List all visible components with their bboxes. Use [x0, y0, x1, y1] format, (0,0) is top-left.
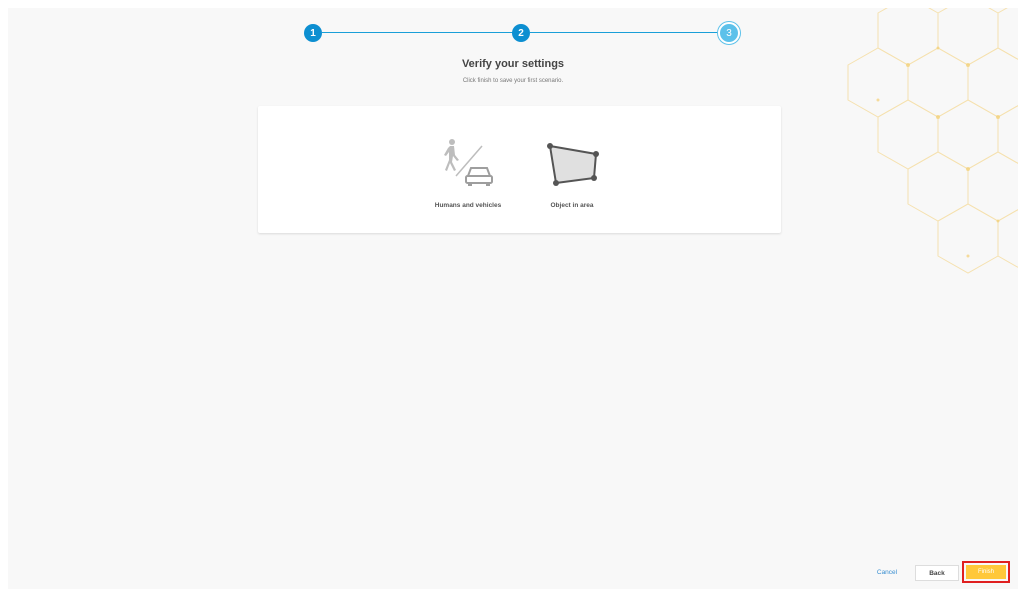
stepper-connector: [530, 32, 724, 33]
summary-item-label: Humans and vehicles: [434, 202, 502, 209]
finish-button[interactable]: Finish: [966, 565, 1006, 579]
wizard-stepper: 1 2 3: [304, 22, 740, 44]
human-vehicle-icon: [444, 139, 493, 186]
hexagon-pattern-decoration: [847, 8, 1018, 274]
wizard-page: 1 2 3 Verify your settings Click finish …: [8, 8, 1018, 589]
page-title: Verify your settings: [461, 58, 565, 70]
polygon-area-icon: [547, 143, 599, 186]
stepper-connector: [322, 32, 516, 33]
step-1-indicator[interactable]: 1: [304, 24, 322, 42]
summary-item-label: Object in area: [550, 202, 594, 209]
summary-item-object-in-area: Object in area: [522, 136, 622, 209]
finish-button-highlight: Finish: [962, 561, 1010, 583]
page-subtitle: Click finish to save your first scenario…: [462, 78, 564, 84]
step-3-indicator: 3: [718, 22, 740, 44]
back-button[interactable]: Back: [915, 565, 959, 581]
cancel-button[interactable]: Cancel: [872, 566, 902, 578]
settings-summary-card: Humans and vehicles Object in area: [258, 106, 781, 233]
step-2-indicator[interactable]: 2: [512, 24, 530, 42]
summary-item-humans-and-vehicles: Humans and vehicles: [418, 136, 518, 209]
